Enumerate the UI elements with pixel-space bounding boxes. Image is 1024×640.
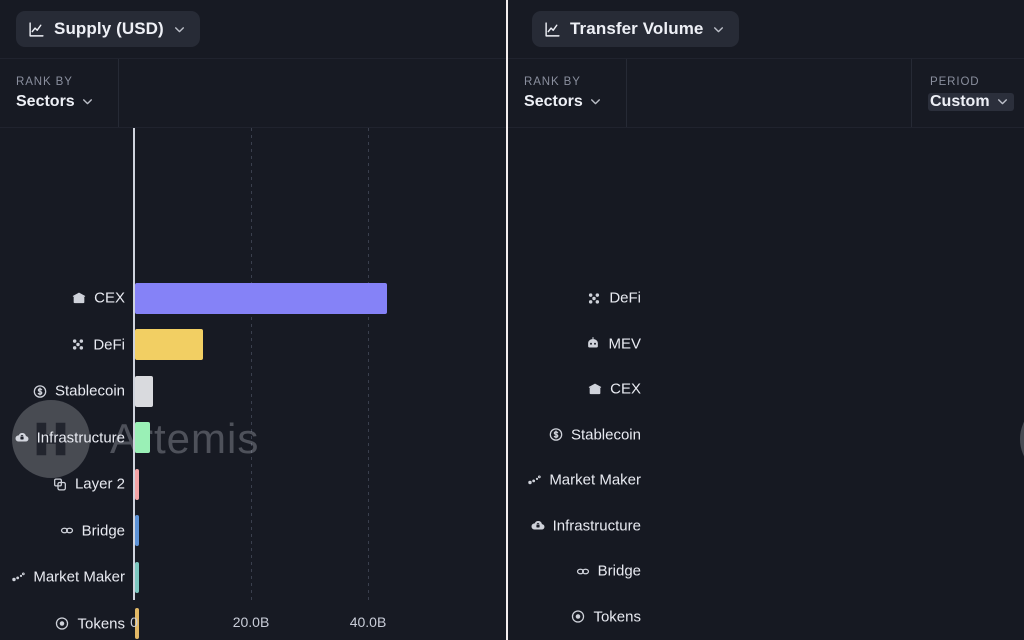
chevron-down-icon [174,26,184,32]
y-axis-line [133,128,135,600]
bar-cex[interactable] [135,282,387,314]
bar-layer-2[interactable] [135,468,139,500]
category-label-text: Bridge [597,562,641,580]
token-target-icon [56,617,69,630]
category-label-text: Bridge [81,522,126,539]
period-value-wrap[interactable]: Custom [928,92,1014,111]
bar-bridge[interactable] [135,515,139,546]
dollar-circle-icon [33,384,47,398]
category-label-stablecoin[interactable]: Stablecoin [548,426,641,443]
metric-selector-transfer-volume[interactable]: Transfer Volume [532,11,740,47]
category-label-text: Tokens [593,608,641,625]
metric-chip-row-left: Supply (USD) [0,0,507,58]
bar-infrastructure[interactable] [135,422,150,453]
category-label-cex[interactable]: CEX [71,290,125,307]
chevron-down-icon [82,99,92,105]
period-value: Custom [930,92,990,110]
dollar-circle-icon [549,428,563,441]
market-maker-icon [528,475,542,484]
chart-transfer-volume: Artemis DeFi MEV CEX Stablecoin Market Maker I… [508,128,1024,640]
bar-market-maker[interactable] [135,561,139,593]
token-target-icon [572,610,585,623]
layers-stack-icon [54,478,66,490]
grid-line [368,128,369,600]
category-label-text: Stablecoin [54,382,126,400]
plot-area-transfer-volume: Artemis DeFi MEV CEX Stablecoin Market Maker I… [508,128,1024,640]
defi-nodes-icon [589,292,600,304]
category-label-stablecoin[interactable]: Stablecoin [32,383,125,400]
cloud-lock-icon [531,520,545,530]
cloud-lock-icon [15,432,29,442]
artemis-watermark: Artemis [1020,400,1024,478]
rank-by-value: Sectors [524,92,583,110]
panel-supply: Supply (USD) RANK BY Sectors Artemis CEX D… [0,0,509,640]
bank-icon [72,292,86,303]
chevron-down-icon [714,26,724,32]
metric-chip-label: Supply (USD) [54,19,164,38]
rank-by-value-wrap[interactable]: Sectors [16,93,102,111]
rank-by-control-left[interactable]: RANK BY Sectors [0,59,119,127]
x-axis-tick: 20.0B [232,614,270,630]
category-label-tokens[interactable]: Tokens [54,615,125,632]
category-label-mev[interactable]: MEV [585,335,641,352]
market-maker-icon [12,572,26,581]
category-label-layer-2[interactable]: Layer 2 [52,476,125,493]
rank-by-label: RANK BY [16,75,73,88]
category-label-cex[interactable]: CEX [587,381,641,398]
bar-defi[interactable] [135,329,203,360]
mev-robot-icon [588,337,599,348]
category-label-text: Infrastructure [36,429,126,446]
chart-supply: Artemis CEX DeFi Stablecoin Infrastructure La… [0,128,507,640]
category-label-market-maker[interactable]: Market Maker [10,569,125,586]
rank-by-value-wrap[interactable]: Sectors [524,93,610,111]
metric-chip-label: Transfer Volume [570,19,704,38]
category-label-defi[interactable]: DeFi [70,336,125,353]
x-axis-tick: 0 [130,614,138,630]
line-chart-icon [545,21,560,37]
defi-nodes-icon [73,339,84,350]
chevron-down-icon [590,99,600,105]
period-control[interactable]: PERIOD Custom [911,59,1024,127]
artemis-logo-icon [1020,400,1024,478]
metric-selector-supply[interactable]: Supply (USD) [16,11,200,47]
metric-chip-row-right: Transfer Volume [508,0,1024,58]
category-label-bridge[interactable]: Bridge [59,522,125,539]
bar-stablecoin[interactable] [135,375,154,407]
category-label-tokens[interactable]: Tokens [570,608,641,625]
x-axis-tick: 40.0B [349,614,387,630]
rank-by-label: RANK BY [524,75,581,88]
panel-transfer-volume: Transfer Volume RANK BY Sectors PERIOD C… [508,0,1024,640]
category-label-text: Market Maker [549,471,641,489]
category-label-text: Market Maker [33,568,126,586]
bank-icon [588,383,602,394]
period-label: PERIOD [930,75,980,88]
chevron-down-icon [997,99,1007,105]
category-label-infrastructure[interactable]: Infrastructure [530,517,641,534]
chain-link-icon [60,527,73,534]
category-label-bridge[interactable]: Bridge [575,563,641,580]
category-label-text: DeFi [93,336,126,353]
category-label-text: DeFi [609,289,641,307]
category-label-market-maker[interactable]: Market Maker [526,472,641,489]
rank-by-value: Sectors [16,92,75,110]
dual-chart-dashboard: Supply (USD) RANK BY Sectors Artemis CEX D… [0,0,1024,640]
control-bar-left: RANK BY Sectors [0,58,507,128]
category-label-text: CEX [610,380,641,398]
line-chart-icon [29,21,44,37]
category-label-text: MEV [608,335,641,352]
category-label-text: Stablecoin [570,426,641,443]
chain-link-icon [576,568,589,574]
category-label-infrastructure[interactable]: Infrastructure [14,429,125,446]
plot-area-supply: Artemis CEX DeFi Stablecoin Infrastructure La… [0,128,506,640]
category-label-text: Infrastructure [552,517,641,534]
category-label-text: Layer 2 [74,475,126,493]
category-label-text: CEX [94,289,126,307]
control-bar-right: RANK BY Sectors PERIOD Custom [508,58,1024,128]
category-label-text: Tokens [77,615,126,632]
grid-line [251,128,252,600]
category-label-defi[interactable]: DeFi [586,290,641,307]
rank-by-control-right[interactable]: RANK BY Sectors [508,59,628,127]
